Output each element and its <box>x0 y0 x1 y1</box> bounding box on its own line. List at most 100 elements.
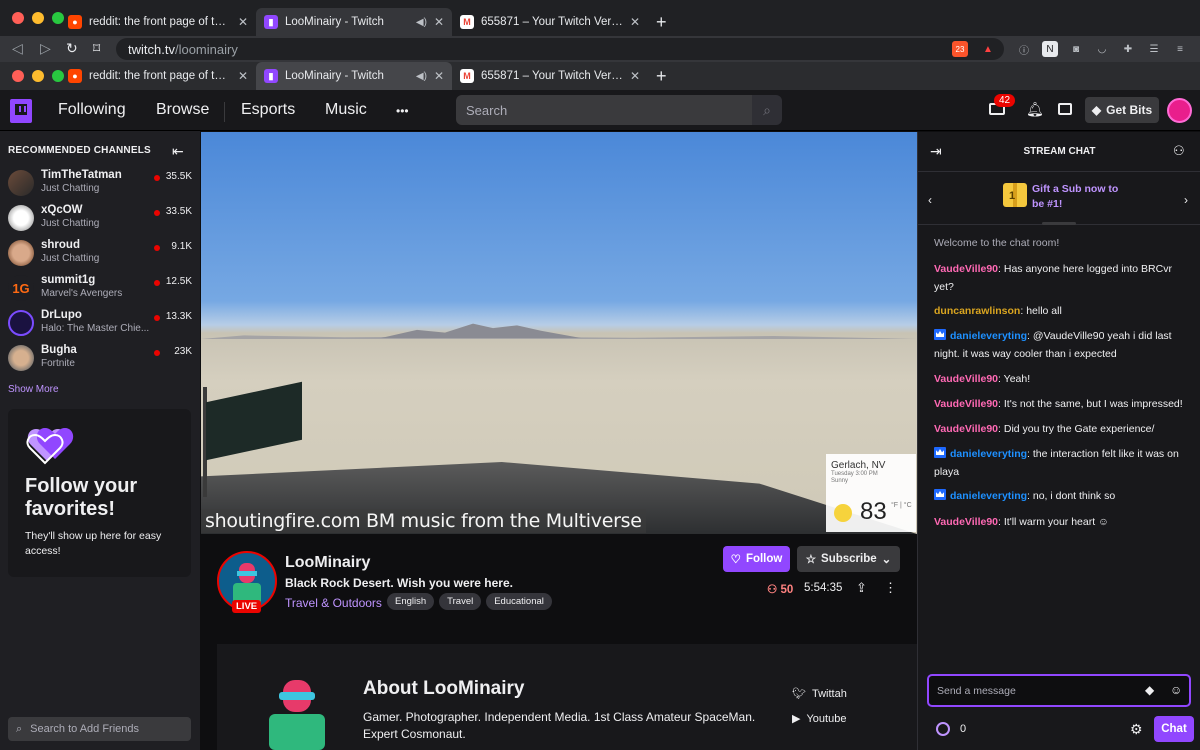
menu-icon[interactable]: ≡ <box>1172 41 1188 57</box>
url-field[interactable]: twitch.tv/loominairy <box>116 38 1004 60</box>
notion-icon[interactable]: N <box>1042 41 1058 57</box>
close-tab-icon[interactable]: ✕ <box>630 15 640 29</box>
forward-icon[interactable]: ▷ <box>40 40 51 57</box>
chat-message: duncanrawlinson: hello all <box>934 305 1062 317</box>
chat-username[interactable]: danieleveryting <box>950 490 1027 502</box>
close-tab-icon[interactable]: ✕ <box>238 15 248 29</box>
camera-icon[interactable]: ◙ <box>1068 41 1084 57</box>
browser-tab-gmail[interactable]: M 655871 – Your Twitch Verificatio ✕ <box>452 62 648 90</box>
sidebar-channel-timthetatman[interactable]: TimTheTatman Just Chatting 35.5K <box>8 168 194 198</box>
flag <box>206 381 302 461</box>
bookmark-icon[interactable]: ⌑ <box>93 40 100 57</box>
browser-tab-reddit[interactable]: ● reddit: the front page of the inte ✕ <box>60 8 256 36</box>
chat-message-input[interactable]: Send a message ◆ ☺ <box>927 674 1191 707</box>
nav-following[interactable]: Following <box>58 101 126 119</box>
weather-condition: Sunny <box>831 478 849 484</box>
chevron-right-icon[interactable]: › <box>1184 193 1188 207</box>
chat-username[interactable]: danieleveryting <box>950 448 1027 460</box>
nav-divider <box>224 102 225 122</box>
notifications-icon[interactable]: 🔔︎ <box>1026 101 1044 118</box>
info-icon[interactable]: ⓘ <box>1016 41 1032 57</box>
stream-category-link[interactable]: Travel & Outdoors <box>285 596 382 610</box>
video-player[interactable]: shoutingfire.com BM music from the Multi… <box>201 132 917 534</box>
chat-username[interactable]: VaudeVille90 <box>934 398 998 410</box>
reload-icon[interactable]: ↻ <box>66 40 78 57</box>
minimize-window-button[interactable] <box>32 70 44 82</box>
chat-username[interactable]: danieleveryting <box>950 330 1027 342</box>
tag-english[interactable]: English <box>387 593 435 610</box>
close-window-button[interactable] <box>12 12 24 24</box>
twitter-link[interactable]: 🐦︎ Twittah <box>792 687 847 701</box>
browser-tab-twitch[interactable]: ▮ LooMinairy - Twitch ◀) ✕ <box>256 62 452 90</box>
follow-button[interactable]: ♡ Follow <box>723 546 790 572</box>
chat-text: It's not the same, but I was impressed! <box>1003 398 1183 410</box>
subscribe-button[interactable]: ☆ Subscribe ⌄ <box>797 546 900 572</box>
nav-music[interactable]: Music <box>325 101 367 119</box>
sidebar-channel-bugha[interactable]: Bugha Fortnite 23K <box>8 343 194 373</box>
close-tab-icon[interactable]: ✕ <box>434 15 444 29</box>
extensions-icon[interactable]: ✚ <box>1120 41 1136 57</box>
gift-sub-banner[interactable]: ‹ 1 Gift a Sub now to be #1! › <box>918 173 1200 225</box>
minimize-window-button[interactable] <box>32 12 44 24</box>
chat-username[interactable]: VaudeVille90 <box>934 263 998 275</box>
channel-points-icon <box>936 722 950 736</box>
chat-send-button[interactable]: Chat <box>1154 716 1194 742</box>
collapse-sidebar-icon[interactable]: ⇤ <box>172 143 184 160</box>
pocket-icon[interactable]: ◡ <box>1094 41 1110 57</box>
left-sidebar: RECOMMENDED CHANNELS ⇤ TimTheTatman Just… <box>0 131 200 750</box>
browser-tab-reddit[interactable]: ● reddit: the front page of the inte ✕ <box>60 62 256 90</box>
close-tab-icon[interactable]: ✕ <box>238 69 248 83</box>
get-bits-button[interactable]: ◆ Get Bits <box>1085 97 1159 123</box>
about-title: About LooMinairy <box>363 678 525 699</box>
chat-username[interactable]: duncanrawlinson <box>934 305 1020 317</box>
user-avatar[interactable] <box>1167 98 1192 123</box>
search-friends-input[interactable]: ⌕ Search to Add Friends <box>8 717 191 741</box>
speaker-icon[interactable]: ◀) <box>416 17 427 28</box>
more-options-icon[interactable]: ••• <box>396 104 409 118</box>
drag-handle[interactable] <box>1042 222 1076 225</box>
youtube-link[interactable]: ▶ Youtube <box>792 712 846 726</box>
twitch-logo-icon[interactable] <box>10 99 32 123</box>
community-icon[interactable]: ⚇ <box>1173 143 1185 159</box>
sidebar-channel-xqcow[interactable]: xQcOW Just Chatting 33.5K <box>8 203 194 233</box>
close-tab-icon[interactable]: ✕ <box>434 69 444 83</box>
brave-rewards-icon[interactable]: ▲ <box>980 41 996 57</box>
nav-esports[interactable]: Esports <box>241 101 295 119</box>
close-tab-icon[interactable]: ✕ <box>630 69 640 83</box>
channel-points[interactable]: 0 <box>936 722 966 736</box>
brave-shield-icon[interactable]: 23 <box>952 41 968 57</box>
speaker-icon[interactable]: ◀) <box>416 71 427 82</box>
channel-name[interactable]: LooMinairy <box>285 554 370 572</box>
video-caption: shoutingfire.com BM music from the Multi… <box>201 509 646 533</box>
whispers-icon[interactable] <box>1058 103 1072 115</box>
tag-travel[interactable]: Travel <box>439 593 482 610</box>
emote-picker-icon[interactable]: ☺ <box>1170 683 1182 697</box>
tag-educational[interactable]: Educational <box>486 593 552 610</box>
browser-tab-gmail[interactable]: M 655871 – Your Twitch Verificatio ✕ <box>452 8 648 36</box>
follow-favorites-card: Follow your favorites! They'll show up h… <box>8 409 191 577</box>
new-tab-button[interactable]: + <box>656 62 667 90</box>
share-icon[interactable]: ⇪ <box>856 580 867 596</box>
chat-username[interactable]: VaudeVille90 <box>934 373 998 385</box>
search-input[interactable]: Search <box>456 95 752 125</box>
sidebar-channel-drlupo[interactable]: DrLupo Halo: The Master Chie... 13.3K <box>8 308 194 338</box>
show-more-link[interactable]: Show More <box>8 384 59 395</box>
close-window-button[interactable] <box>12 70 24 82</box>
browser-tab-twitch[interactable]: ▮ LooMinairy - Twitch ◀) ✕ <box>256 8 452 36</box>
sidebar-channel-shroud[interactable]: shroud Just Chatting 9.1K <box>8 238 194 268</box>
gmail-icon: M <box>460 15 474 29</box>
chevron-left-icon[interactable]: ‹ <box>928 193 932 207</box>
search-icon[interactable]: ⌕ <box>752 95 782 125</box>
chat-username[interactable]: VaudeVille90 <box>934 516 998 528</box>
sidebar-channel-summit1g[interactable]: 1G summit1g Marvel's Avengers 12.5K <box>8 273 194 303</box>
new-tab-button[interactable]: + <box>656 8 667 36</box>
playlist-icon[interactable]: ☰ <box>1146 41 1162 57</box>
chat-username[interactable]: VaudeVille90 <box>934 423 998 435</box>
back-icon[interactable]: ◁ <box>12 40 23 57</box>
chat-message: VaudeVille90: Did you try the Gate exper… <box>934 423 1155 435</box>
nav-browse[interactable]: Browse <box>156 101 209 119</box>
more-options-icon[interactable]: ⋮ <box>884 580 897 596</box>
search-friends-placeholder: Search to Add Friends <box>30 723 140 735</box>
bits-icon[interactable]: ◆ <box>1145 683 1154 697</box>
chat-settings-icon[interactable]: ⚙ <box>1130 721 1143 738</box>
